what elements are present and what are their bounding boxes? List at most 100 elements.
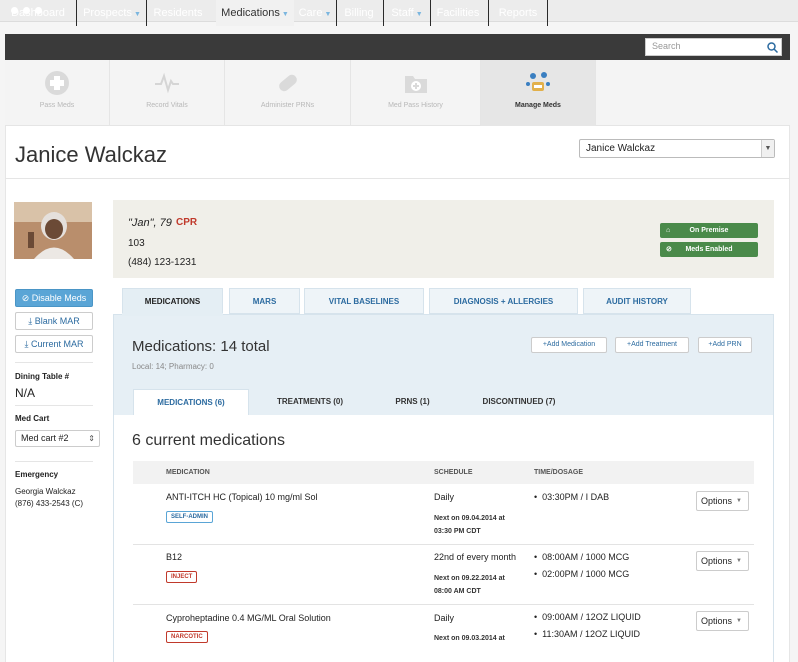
- options-label: Options: [701, 556, 733, 566]
- add-medication-label: Add Medication: [546, 341, 596, 348]
- emergency-phone: (876) 433-2543 (C): [15, 499, 84, 508]
- add-medication-button[interactable]: +Add Medication: [531, 337, 607, 353]
- resident-info-box: [113, 200, 774, 278]
- subtab-prns[interactable]: PRNS (1): [370, 389, 455, 415]
- subtab-medications[interactable]: MEDICATIONS (6): [133, 389, 249, 415]
- chevron-down-icon: ▼: [281, 11, 289, 18]
- med-cart-select[interactable]: Med cart #2 ⇕: [15, 430, 100, 447]
- current-mar-label: Current MAR: [30, 339, 84, 349]
- nav-dashboard[interactable]: Dashboard: [5, 0, 71, 26]
- quick-record-vitals[interactable]: Record Vitals: [110, 60, 225, 126]
- add-prn-button[interactable]: +Add PRN: [698, 337, 752, 353]
- medication-name: B12: [166, 552, 183, 562]
- disable-meds-label: Disable Meds: [31, 293, 87, 303]
- schedule-value: Daily: [434, 492, 455, 502]
- subtab-discontinued[interactable]: DISCONTINUED (7): [460, 389, 578, 415]
- nav-residents[interactable]: Residents: [147, 0, 209, 26]
- time-dosage-text: 03:30PM / I DAB: [542, 492, 610, 502]
- home-icon: ⌂: [666, 227, 671, 234]
- next-dose: Next on 09.04.2014 at 03:30 PM CDT: [434, 512, 505, 538]
- narcotic-tag: NARCOTIC: [166, 631, 208, 643]
- resident-nickname-age: "Jan", 79: [128, 217, 172, 229]
- resident-room: 103: [128, 238, 145, 249]
- tab-diagnosis-allergies[interactable]: DIAGNOSIS + ALLERGIES: [429, 288, 578, 314]
- tab-vital-baselines-label: VITAL BASELINES: [328, 297, 400, 306]
- emergency-name: Georgia Walckaz: [15, 487, 76, 496]
- chevron-down-icon: ▼: [736, 498, 742, 504]
- medications-list-area: [114, 415, 773, 662]
- time-dosage-text: 11:30AM / 12OZ LIQUID: [542, 629, 641, 639]
- next-dose-time: 03:30 PM CDT: [434, 528, 481, 535]
- tab-audit-history-label: AUDIT HISTORY: [606, 297, 668, 306]
- column-time-dosage: TIME/DOSAGE: [534, 469, 584, 476]
- dining-table-value: N/A: [15, 386, 36, 400]
- search-icon[interactable]: [766, 41, 779, 54]
- blank-mar-button[interactable]: ⤓ Blank MAR: [15, 312, 93, 330]
- on-premise-label: On Premise: [689, 227, 729, 234]
- nav-prospects[interactable]: Prospects ▼: [77, 0, 147, 26]
- resident-select[interactable]: Janice Walckaz ▼: [579, 139, 775, 158]
- search-placeholder: Search: [652, 41, 681, 51]
- subtab-treatments[interactable]: TREATMENTS (0): [255, 389, 365, 415]
- options-label: Options: [701, 616, 733, 626]
- row-divider: [133, 544, 754, 545]
- pill-box-icon: [45, 71, 69, 95]
- next-dose-date: Next on 09.04.2014 at: [434, 515, 505, 522]
- quick-manage-meds-label: Manage Meds: [515, 102, 561, 109]
- add-prn-label: Add PRN: [712, 341, 742, 348]
- quick-pass-meds[interactable]: Pass Meds: [5, 60, 110, 126]
- current-medications-title: 6 current medications: [132, 432, 285, 449]
- options-button[interactable]: Options ▼: [696, 611, 749, 631]
- search-input[interactable]: Search: [645, 38, 782, 56]
- schedule-value: Daily: [434, 613, 455, 623]
- subtab-medications-label: MEDICATIONS (6): [157, 398, 225, 407]
- heartbeat-icon: [155, 72, 179, 94]
- page-title: Janice Walckaz: [15, 142, 168, 167]
- chevron-down-icon: ▼: [761, 140, 774, 157]
- tab-medications[interactable]: MEDICATIONS: [122, 288, 223, 315]
- next-dose-date: Next on 09.22.2014 at: [434, 575, 505, 582]
- nav-prospects-label: Prospects: [83, 7, 132, 19]
- med-cart-label: Med Cart: [15, 414, 50, 423]
- nav-billing-label: Billing: [344, 7, 374, 19]
- subtab-discontinued-label: DISCONTINUED (7): [482, 397, 556, 406]
- nav-facilities[interactable]: Facilities: [431, 0, 485, 26]
- medication-name: ANTI-ITCH HC (Topical) 10 mg/ml Sol: [166, 492, 318, 502]
- quick-med-pass-history[interactable]: Med Pass History: [351, 60, 481, 126]
- nav-facilities-label: Facilities: [436, 7, 480, 19]
- tab-diagnosis-allergies-label: DIAGNOSIS + ALLERGIES: [453, 297, 554, 306]
- options-button[interactable]: Options ▼: [696, 551, 749, 571]
- meds-enabled-badge: ⊘ Meds Enabled: [660, 242, 758, 257]
- tab-vital-baselines[interactable]: VITAL BASELINES: [304, 288, 424, 314]
- nav-billing[interactable]: Billing: [337, 0, 381, 26]
- subtab-treatments-label: TREATMENTS (0): [276, 397, 344, 406]
- column-schedule: SCHEDULE: [434, 469, 473, 476]
- nav-medications[interactable]: Medications ▼: [216, 0, 294, 26]
- disable-meds-button[interactable]: ⊘ Disable Meds: [15, 289, 93, 307]
- blank-mar-label: Blank MAR: [34, 316, 80, 326]
- tab-mars[interactable]: MARS: [229, 288, 300, 314]
- table-header: MEDICATION SCHEDULE TIME/DOSAGE: [133, 461, 754, 484]
- manage-meds-icon: [526, 72, 550, 91]
- next-dose-time: 08:00 AM CDT: [434, 588, 481, 595]
- quick-manage-meds[interactable]: Manage Meds: [481, 60, 596, 126]
- time-dosage-text: 09:00AM / 12OZ LIQUID: [542, 612, 641, 622]
- options-button[interactable]: Options ▼: [696, 491, 749, 511]
- add-treatment-label: Add Treatment: [631, 341, 677, 348]
- nav-reports[interactable]: Reports: [489, 0, 547, 26]
- tab-audit-history[interactable]: AUDIT HISTORY: [583, 288, 691, 314]
- cpr-badge: CPR: [176, 217, 198, 228]
- nav-divider: [547, 0, 548, 26]
- medications-sources: Local: 14; Pharmacy: 0: [132, 362, 214, 371]
- current-mar-button[interactable]: ⤓ Current MAR: [15, 335, 93, 353]
- on-premise-badge: ⌂ On Premise: [660, 223, 758, 238]
- emergency-label: Emergency: [15, 470, 59, 479]
- nav-staff[interactable]: Staff ▼: [384, 0, 430, 26]
- chevron-down-icon: ▼: [736, 618, 742, 624]
- medication-name: Cyproheptadine 0.4 MG/ML Oral Solution: [166, 613, 331, 623]
- add-treatment-button[interactable]: +Add Treatment: [615, 337, 689, 353]
- next-dose: Next on 09.22.2014 at 08:00 AM CDT: [434, 572, 505, 598]
- time-dosage-item: • 08:00AM / 1000 MCG: [534, 552, 630, 562]
- nav-care[interactable]: Care ▼: [294, 0, 336, 26]
- quick-administer-prns[interactable]: Administer PRNs: [225, 60, 351, 126]
